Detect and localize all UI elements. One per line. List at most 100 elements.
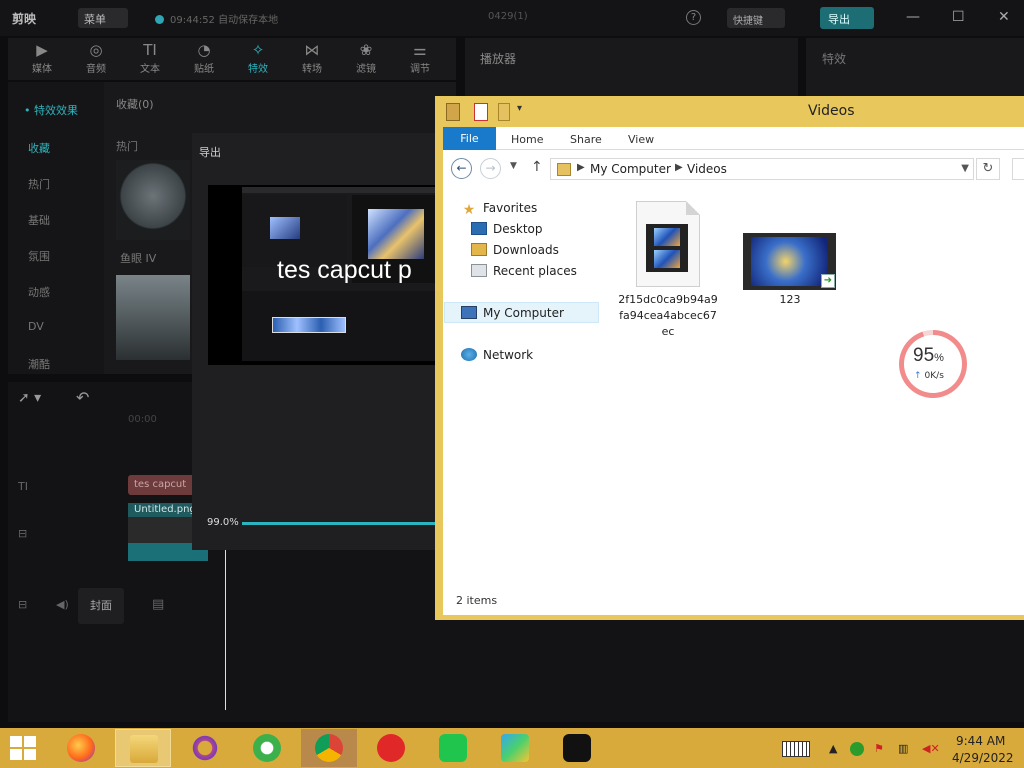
nav-my-computer[interactable]: My Computer (461, 306, 564, 320)
tab-home[interactable]: Home (511, 133, 543, 146)
nav-label: Downloads (493, 243, 559, 257)
nav-recent-places[interactable]: Recent places (471, 264, 577, 278)
recent-places-icon (471, 264, 487, 277)
effects-header[interactable]: • 特效效果 (24, 102, 78, 118)
audio-mute-icon[interactable]: ◀) (56, 598, 69, 611)
cover-image-icon[interactable]: ▤ (152, 597, 164, 612)
preview-thumbnail (270, 217, 300, 239)
category-hot[interactable]: 热门 (28, 176, 50, 192)
category-cool[interactable]: 潮酷 (28, 356, 50, 372)
category-atmosphere[interactable]: 氛围 (28, 248, 50, 264)
upload-speed: 0K/s (914, 371, 944, 381)
netease-music-icon[interactable] (363, 729, 419, 767)
minimize-icon[interactable]: — (906, 9, 920, 25)
show-hidden-icons[interactable]: ▲ (829, 742, 837, 755)
tray-app-icon[interactable] (850, 742, 864, 756)
file-name[interactable]: 123 (770, 292, 810, 308)
preview-overlay-text: tes capcut p (277, 256, 412, 284)
file-name[interactable]: 2f15dc0ca9b94a9 fa94cea4abcec67 ec (618, 292, 718, 340)
nav-downloads[interactable]: Downloads (471, 243, 559, 257)
chevron-down-icon[interactable]: ▼ (961, 163, 969, 174)
player-icon[interactable] (487, 729, 543, 767)
effects-category-panel (8, 82, 104, 374)
address-bar[interactable]: ▶ My Computer ▶ Videos ▼ (550, 158, 974, 180)
video-thumbnail-icon[interactable]: ➜ (743, 233, 836, 290)
tool-effects[interactable]: ✧ 特效 (232, 38, 284, 80)
audio-icon: ◎ (89, 41, 103, 59)
properties-icon[interactable] (474, 103, 488, 121)
refresh-button[interactable]: ↻ (976, 158, 1000, 180)
category-basic[interactable]: 基础 (28, 212, 50, 228)
nav-desktop[interactable]: Desktop (471, 222, 543, 236)
tool-text[interactable]: TI 文本 (124, 38, 176, 80)
undo-icon[interactable]: ↶ (76, 388, 89, 407)
category-dv[interactable]: DV (28, 320, 44, 333)
network-status-icon[interactable]: ▥ (898, 742, 908, 755)
category-dynamic[interactable]: 动感 (28, 284, 50, 300)
tool-media[interactable]: ▶ 媒体 (16, 38, 68, 80)
tool-filter[interactable]: ❀ 滤镜 (340, 38, 392, 80)
help-icon[interactable]: ? (686, 10, 701, 25)
app-o-logo (191, 734, 219, 762)
player-label: 播放器 (480, 52, 517, 66)
refresh-app-icon[interactable] (239, 729, 295, 767)
gauge-percent-value: 95 (913, 345, 935, 366)
file-name-line: fa94cea4abcec67 (619, 309, 717, 322)
nav-network[interactable]: Network (461, 348, 533, 362)
up-button[interactable]: ↑ (531, 159, 543, 175)
nav-favorites[interactable]: ★ Favorites (461, 201, 538, 217)
tab-file[interactable]: File (443, 127, 496, 150)
capcut-menu-button[interactable]: 菜单 (78, 8, 128, 28)
playhead[interactable] (225, 548, 226, 710)
preview-clip (272, 317, 346, 333)
effect-thumbnail[interactable] (116, 275, 190, 360)
clock-date[interactable]: 4/29/2022 (952, 751, 1014, 765)
shortcut-button[interactable]: 快捷键 (727, 8, 785, 28)
tab-share[interactable]: Share (570, 133, 602, 146)
cover-button[interactable]: 封面 (78, 588, 124, 624)
tool-label: 转场 (302, 64, 322, 75)
flag-icon[interactable]: ⚑ (874, 742, 884, 755)
firefox-icon[interactable] (53, 729, 109, 767)
keyboard-icon[interactable] (782, 741, 810, 757)
capcut-icon[interactable] (549, 729, 605, 767)
nav-label: Recent places (493, 264, 577, 278)
back-button[interactable]: ← (451, 158, 472, 179)
select-tool-icon[interactable]: ➚ ▾ (18, 390, 41, 406)
chrome-icon[interactable] (301, 729, 357, 767)
breadcrumb-my-computer[interactable]: My Computer (590, 162, 671, 176)
tool-adjust[interactable]: ⚌ 调节 (394, 38, 446, 80)
effect-thumbnail[interactable] (116, 160, 190, 240)
tool-label: 音频 (86, 64, 106, 75)
close-icon[interactable]: ✕ (998, 9, 1010, 25)
chevron-right-icon: ▶ (675, 162, 683, 173)
start-tile (24, 736, 36, 747)
clock-time[interactable]: 9:44 AM (956, 734, 1005, 748)
effect-name: 鱼眼 IV (120, 252, 157, 265)
desktop: 剪映 菜单 09:44:52 自动保存本地 0429(1) ? 快捷键 导出 —… (0, 0, 1024, 768)
capcut-logo: 剪映 (12, 12, 37, 26)
search-input[interactable] (1012, 158, 1024, 180)
volume-muted-icon[interactable]: ◀✕ (922, 742, 940, 755)
maximize-icon[interactable]: ☐ (952, 9, 965, 25)
file-explorer-icon[interactable] (115, 729, 171, 767)
gauge-percent: 95% (913, 345, 944, 367)
tool-label: 贴纸 (194, 64, 214, 75)
text-clip[interactable]: tes capcut (128, 475, 200, 495)
tool-sticker[interactable]: ◔ 贴纸 (178, 38, 230, 80)
customize-toolbar-icon[interactable]: ▾ (517, 103, 522, 121)
forward-button[interactable]: → (480, 158, 501, 179)
start-tile (10, 749, 22, 760)
breadcrumb-videos[interactable]: Videos (687, 162, 727, 176)
video-file-icon[interactable] (636, 201, 700, 287)
iqiyi-icon[interactable] (425, 729, 481, 767)
category-favorites[interactable]: 收藏 (28, 140, 50, 156)
tab-view[interactable]: View (628, 133, 654, 146)
windows-start-icon[interactable] (10, 736, 38, 760)
capcut-export-button[interactable]: 导出 (820, 7, 874, 29)
tool-audio[interactable]: ◎ 音频 (70, 38, 122, 80)
tool-transition[interactable]: ⋈ 转场 (286, 38, 338, 80)
recent-locations-icon[interactable]: ▼ (510, 161, 517, 171)
app-o-icon[interactable] (177, 729, 233, 767)
new-folder-icon[interactable] (498, 103, 510, 121)
